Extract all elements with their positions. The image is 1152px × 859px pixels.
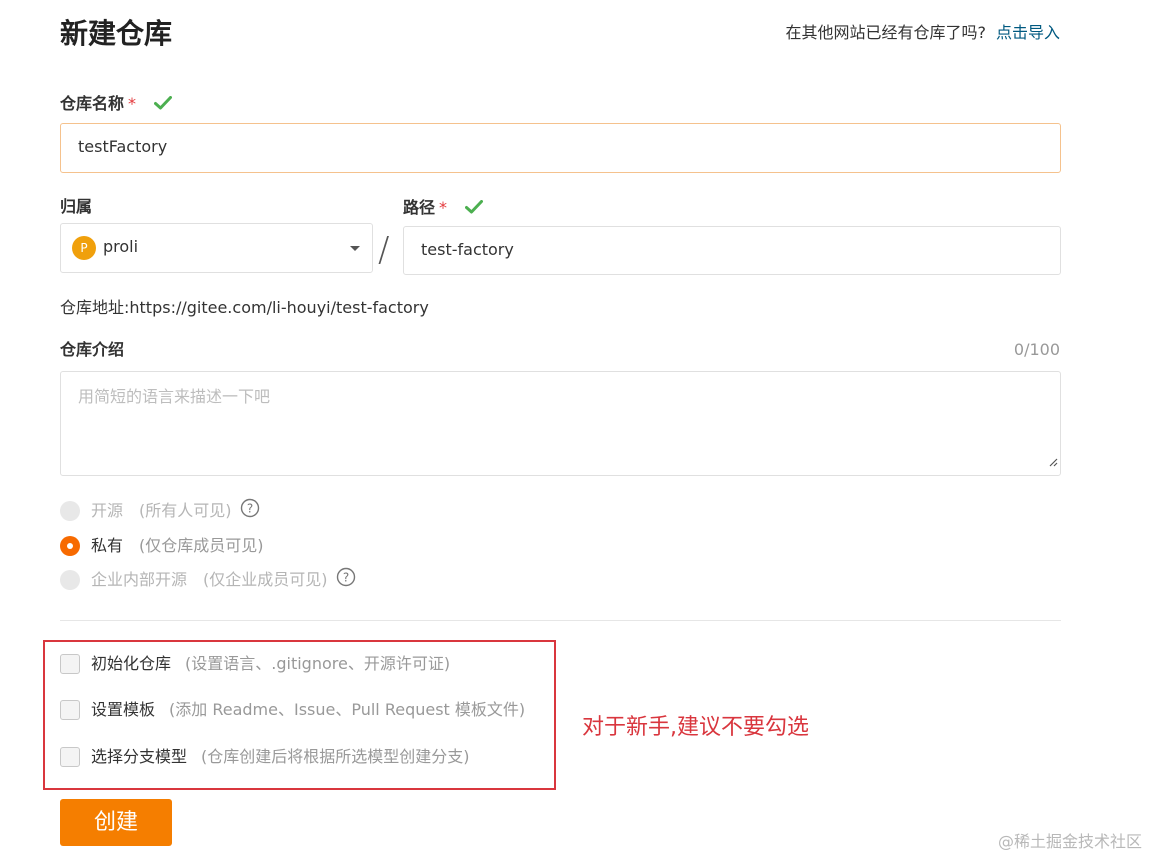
page-title: 新建仓库 <box>60 17 173 50</box>
valid-check-icon <box>153 94 172 116</box>
option-hint: (仓库创建后将根据所选模型创建分支) <box>201 747 470 766</box>
option-branch-model[interactable]: 选择分支模型 (仓库创建后将根据所选模型创建分支) <box>60 746 470 768</box>
resize-handle-icon[interactable] <box>1048 451 1058 473</box>
visibility-option-public[interactable]: 开源 (所有人可见) ? <box>60 498 260 524</box>
annotation-note: 对于新手,建议不要勾选 <box>582 715 809 740</box>
repo-address: 仓库地址:https://gitee.com/li-houyi/test-fac… <box>60 298 429 317</box>
owner-select[interactable]: P proli <box>60 223 373 273</box>
valid-check-icon <box>464 198 483 220</box>
option-label: 初始化仓库 <box>91 654 172 673</box>
svg-text:?: ? <box>342 571 348 585</box>
option-set-template[interactable]: 设置模板 (添加 Readme、Issue、Pull Request 模板文件) <box>60 699 525 721</box>
option-hint: (添加 Readme、Issue、Pull Request 模板文件) <box>169 700 526 719</box>
description-label: 仓库介绍 <box>60 340 125 359</box>
radio-button[interactable] <box>60 501 80 521</box>
owner-label: 归属 <box>60 197 93 216</box>
avatar: P <box>72 236 96 260</box>
visibility-option-enterprise[interactable]: 企业内部开源 (仅企业成员可见) ? <box>60 567 356 593</box>
radio-button[interactable] <box>60 570 80 590</box>
watermark: @稀土掘金技术社区 <box>997 832 1142 851</box>
radio-button[interactable] <box>60 536 80 556</box>
path-input[interactable]: test-factory <box>403 226 1061 275</box>
option-label: 设置模板 <box>91 700 156 719</box>
description-placeholder: 用简短的语言来描述一下吧 <box>78 387 271 406</box>
import-prompt: 在其他网站已经有仓库了吗? <box>785 23 986 42</box>
visibility-label: 企业内部开源 <box>91 570 188 589</box>
checkbox[interactable] <box>60 654 80 674</box>
option-label: 选择分支模型 <box>91 747 188 766</box>
checkbox[interactable] <box>60 700 80 720</box>
option-init-repo[interactable]: 初始化仓库 (设置语言、.gitignore、开源许可证) <box>60 653 450 675</box>
path-label-group: 路径 * <box>403 197 483 220</box>
required-mark: * <box>128 94 137 113</box>
create-button[interactable]: 创建 <box>60 799 172 846</box>
required-mark: * <box>439 198 448 217</box>
repo-name-input[interactable]: testFactory <box>60 123 1061 173</box>
help-icon[interactable]: ? <box>240 498 260 524</box>
description-counter: 0/100 <box>1013 340 1060 359</box>
divider <box>60 620 1061 621</box>
import-prompt-group: 在其他网站已经有仓库了吗? 点击导入 <box>785 22 1060 44</box>
chevron-down-icon <box>350 246 360 251</box>
import-link[interactable]: 点击导入 <box>996 23 1060 42</box>
description-textarea[interactable]: 用简短的语言来描述一下吧 <box>60 371 1061 476</box>
checkbox[interactable] <box>60 747 80 767</box>
visibility-hint: (仅企业成员可见) <box>203 570 328 589</box>
repo-name-label: 仓库名称 <box>60 94 125 113</box>
svg-text:?: ? <box>246 502 252 516</box>
path-label: 路径 <box>403 198 436 217</box>
owner-select-value: proli <box>103 237 139 256</box>
option-hint: (设置语言、.gitignore、开源许可证) <box>185 654 451 673</box>
help-icon[interactable]: ? <box>336 567 356 593</box>
visibility-hint: (仅仓库成员可见) <box>139 536 264 555</box>
visibility-hint: (所有人可见) <box>139 501 232 520</box>
repo-name-label-group: 仓库名称 * <box>60 93 172 116</box>
visibility-label: 私有 <box>91 536 124 555</box>
visibility-label: 开源 <box>91 501 124 520</box>
path-separator: / <box>378 230 390 270</box>
visibility-option-private[interactable]: 私有 (仅仓库成员可见) <box>60 535 264 557</box>
